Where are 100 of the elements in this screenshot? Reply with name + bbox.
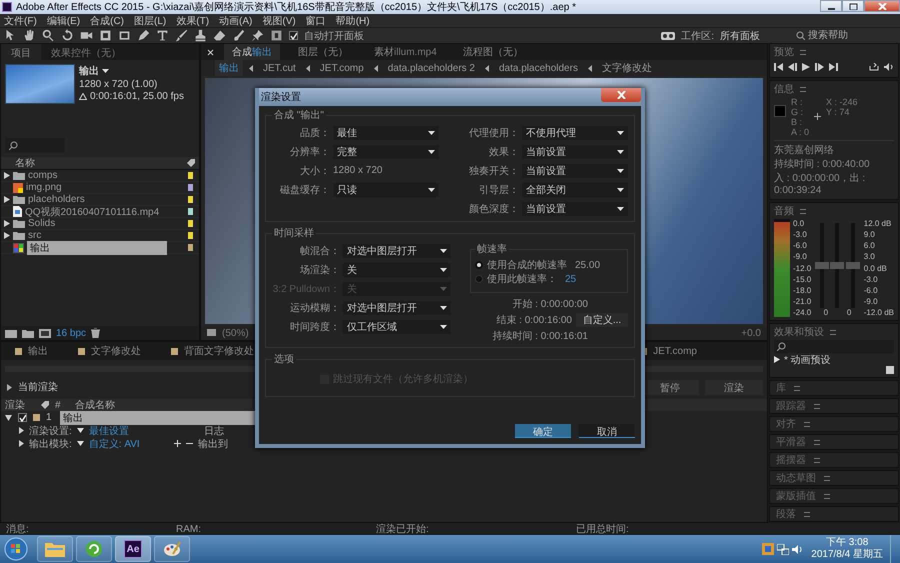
viewer-tab[interactable]: 合成输出 [224, 44, 280, 60]
breadcrumb[interactable]: 文字修改处 [598, 60, 656, 76]
taskbar-app-button[interactable] [37, 536, 73, 562]
search-field[interactable] [774, 340, 894, 353]
minus-icon[interactable] [186, 440, 193, 447]
dropdown-arrow-icon[interactable] [76, 441, 84, 446]
rotate-icon[interactable] [61, 29, 74, 42]
menu-item[interactable]: 动画(A) [219, 14, 252, 28]
column-title[interactable]: 合成名称 [75, 398, 115, 412]
taskbar-app-button[interactable] [76, 536, 112, 562]
timeline-tab[interactable]: 背面文字修改处 [171, 344, 254, 358]
breadcrumb[interactable]: data.placeholders [495, 62, 582, 74]
expand-arrow-icon[interactable] [774, 356, 780, 363]
monitor-icon[interactable] [207, 328, 216, 338]
stamp-icon[interactable] [194, 29, 207, 42]
close-icon[interactable] [207, 48, 214, 56]
volume-slider[interactable] [830, 223, 844, 308]
panel-title[interactable]: 信息 [774, 82, 794, 96]
column-title[interactable]: 渲染 [5, 398, 35, 412]
column-title[interactable]: # [55, 400, 69, 410]
taskbar-app-button[interactable]: Ae [115, 536, 151, 562]
volume-slider[interactable] [846, 223, 860, 308]
interpret-footage-icon[interactable] [5, 328, 17, 338]
project-item[interactable]: placeholders [1, 194, 199, 206]
speaker-icon[interactable] [792, 544, 804, 554]
menu-icon[interactable] [824, 476, 830, 480]
caret-icon[interactable] [102, 69, 109, 73]
menu-item[interactable]: 图层(L) [134, 14, 166, 28]
expand-arrow-icon[interactable] [4, 172, 10, 179]
render-checkbox[interactable] [18, 413, 27, 422]
viewer-tab[interactable]: 素材illum.mp4 [366, 44, 445, 60]
pan-behind-icon[interactable] [99, 29, 112, 42]
panel-title[interactable]: 效果和预设 [774, 325, 824, 339]
restore-button[interactable] [842, 0, 864, 12]
exposure-value[interactable]: +0.0 [741, 328, 761, 338]
menu-icon[interactable] [804, 422, 810, 426]
speaker-icon[interactable] [884, 63, 894, 71]
settings-dropdown[interactable]: 仅工作区域 [343, 320, 451, 334]
panel-title[interactable]: 预览 [774, 45, 794, 59]
menu-icon[interactable] [814, 458, 820, 462]
last-frame-icon[interactable] [829, 63, 838, 71]
project-item[interactable]: img.png [1, 182, 199, 194]
radio-button[interactable] [475, 261, 483, 269]
search-field[interactable] [5, 138, 65, 153]
timeline-tab[interactable]: 文字修改处 [78, 344, 141, 358]
settings-dropdown[interactable]: 只读 [333, 182, 439, 196]
folder-icon[interactable] [22, 328, 34, 338]
minimize-button[interactable] [820, 0, 842, 12]
expand-arrow-icon[interactable] [4, 196, 10, 203]
workspace-dropdown[interactable]: 所有面板 [720, 28, 790, 42]
menu-icon[interactable] [794, 386, 800, 390]
menu-icon[interactable] [800, 50, 806, 54]
settings-dropdown[interactable]: 当前设置 [522, 144, 628, 158]
menu-icon[interactable] [814, 404, 820, 408]
custom-button[interactable]: 自定义... [576, 313, 628, 327]
menu-icon[interactable] [800, 86, 806, 92]
settings-dropdown[interactable]: 当前设置 [522, 202, 628, 216]
menu-icon[interactable] [814, 440, 820, 444]
first-frame-icon[interactable] [774, 63, 783, 71]
checkbox[interactable] [289, 31, 298, 40]
render-queue-button[interactable]: 渲染 [705, 380, 763, 394]
panel-icon[interactable] [270, 29, 283, 42]
menu-item[interactable]: 编辑(E) [46, 14, 80, 28]
frame-rate-field[interactable]: 25 [565, 274, 576, 284]
menu-item[interactable]: 帮助(H) [336, 14, 370, 28]
expand-arrow-icon[interactable] [5, 414, 12, 420]
close-button[interactable] [864, 0, 900, 12]
project-item[interactable]: Solids [1, 218, 199, 230]
dropdown-arrow-icon[interactable] [76, 428, 84, 433]
play-icon[interactable] [802, 63, 810, 71]
breadcrumb[interactable]: 输出 [215, 60, 243, 76]
search-field[interactable]: 搜索帮助 [796, 30, 896, 41]
breadcrumb[interactable]: JET.cut [259, 62, 300, 74]
trash-icon[interactable] [91, 328, 100, 338]
viewer-tab[interactable]: 图层（无） [290, 44, 356, 60]
taskbar-app-button[interactable] [154, 536, 190, 562]
panel-title[interactable]: 音频 [774, 204, 794, 218]
close-button[interactable] [601, 88, 641, 102]
settings-dropdown[interactable]: 当前设置 [522, 164, 628, 178]
effect-category[interactable]: * 动画预设 [774, 353, 894, 366]
settings-link[interactable]: 最佳设置 [88, 424, 199, 438]
start-button-icon[interactable] [4, 537, 28, 561]
hand-icon[interactable] [23, 29, 36, 42]
breadcrumb[interactable]: data.placeholders 2 [384, 62, 479, 74]
settings-dropdown[interactable]: 全部关闭 [522, 182, 628, 196]
clock-time[interactable]: 下午 3:08 [826, 537, 868, 549]
menu-item[interactable]: 文件(F) [4, 14, 37, 28]
menu-icon[interactable] [830, 330, 836, 334]
timeline-tab[interactable]: 输出 [15, 344, 48, 358]
menu-icon[interactable] [800, 208, 806, 214]
volume-slider[interactable] [814, 223, 829, 308]
output-module-link[interactable]: 自定义: AVI [88, 436, 169, 450]
viewer-tab[interactable]: 流程图（无） [454, 44, 531, 60]
settings-dropdown[interactable]: 最佳 [333, 126, 439, 140]
menu-item[interactable]: 合成(C) [90, 14, 124, 28]
project-item[interactable]: comps [1, 170, 199, 182]
ok-button[interactable]: 确定 [515, 424, 571, 438]
panel-tab[interactable]: 项目 [1, 44, 41, 60]
menu-item[interactable]: 窗口 [306, 14, 326, 28]
settings-dropdown[interactable]: 对选中图层打开 [343, 300, 451, 314]
